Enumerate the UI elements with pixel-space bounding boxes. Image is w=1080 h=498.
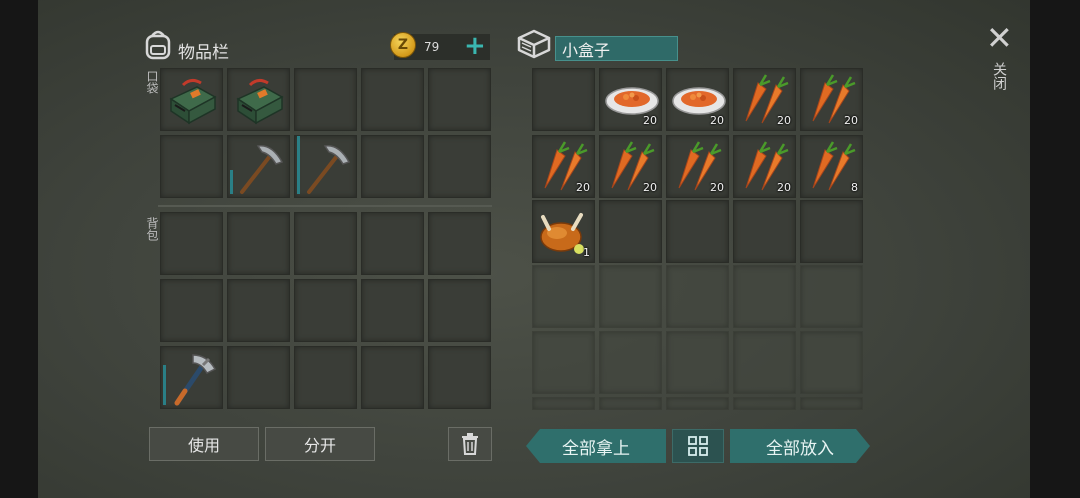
backpack-slot-7[interactable] [227,279,290,342]
container-slot-5[interactable]: 20 [800,68,863,131]
pocket-slot-3[interactable] [294,68,357,131]
container-slot-locked [666,265,729,328]
pocket-slot-6[interactable] [160,135,223,198]
container-slot-locked [599,397,662,410]
ammo-box-icon [236,78,284,125]
pocket-label: 口袋 [145,70,159,94]
inventory-title: 物品栏 [178,43,229,63]
backpack-slot-2[interactable] [227,212,290,275]
add-coins-button[interactable]: + [464,33,486,59]
close-icon[interactable]: ✕ [986,22,1013,54]
ammo-box-icon [169,78,217,125]
container-slot-12[interactable] [599,200,662,263]
item-quantity: 20 [710,181,724,194]
item-quantity: 8 [851,181,858,194]
backpack-icon [144,28,172,64]
container-slot-locked [532,265,595,328]
container-slot-2[interactable]: 20 [599,68,662,131]
container-slot-13[interactable] [666,200,729,263]
item-quantity: 20 [643,114,657,127]
item-quantity: 20 [777,114,791,127]
trash-button[interactable] [448,427,492,461]
container-slot-15[interactable] [800,200,863,263]
coin-icon: Z [390,32,416,58]
container-slot-locked [599,331,662,394]
container-slot-locked [733,331,796,394]
section-divider [158,205,492,207]
container-slot-8[interactable]: 20 [666,135,729,198]
item-quantity: 1 [583,246,590,259]
pocket-slot-10[interactable] [428,135,491,198]
close-label[interactable]: 关闭 [989,62,1009,90]
item-quantity: 20 [710,114,724,127]
container-slot-locked [532,331,595,394]
backpack-slot-13[interactable] [294,346,357,409]
pocket-slot-2[interactable] [227,68,290,131]
trash-icon [462,433,478,455]
container-slot-7[interactable]: 20 [599,135,662,198]
item-quantity: 20 [844,114,858,127]
put-all-button[interactable]: 全部放入 [730,429,870,463]
item-quantity: 20 [576,181,590,194]
game-frame: 物品栏 Z 79 + 小盒子 口袋 背包 20 20 20 20 20 20 2… [38,0,1030,498]
split-button[interactable]: 分开 [265,427,375,461]
item-quantity: 20 [777,181,791,194]
pickaxe-icon [307,145,351,194]
backpack-slot-1[interactable] [160,212,223,275]
pocket-slot-5[interactable] [428,68,491,131]
pocket-slot-7[interactable] [227,135,290,198]
container-slot-locked [733,265,796,328]
pocket-slot-9[interactable] [361,135,424,198]
container-slot-3[interactable]: 20 [666,68,729,131]
container-slot-locked [599,265,662,328]
container-name-input[interactable]: 小盒子 [555,36,678,61]
backpack-slot-9[interactable] [361,279,424,342]
backpack-slot-10[interactable] [428,279,491,342]
container-slot-9[interactable]: 20 [733,135,796,198]
container-name: 小盒子 [562,40,611,60]
container-slot-locked [532,397,595,410]
pocket-slot-4[interactable] [361,68,424,131]
container-slot-locked [800,397,863,410]
backpack-slot-14[interactable] [361,346,424,409]
container-slot-locked [666,331,729,394]
container-slot-4[interactable]: 20 [733,68,796,131]
sort-grid-button[interactable] [672,429,724,463]
container-slot-11[interactable]: 1 [532,200,595,263]
box-icon [516,28,552,64]
backpack-slot-6[interactable] [160,279,223,342]
backpack-slot-15[interactable] [428,346,491,409]
hatchet-icon [174,354,217,406]
container-slot-locked [733,397,796,410]
container-slot-locked [666,397,729,410]
container-slot-6[interactable]: 20 [532,135,595,198]
backpack-slot-4[interactable] [361,212,424,275]
backpack-slot-11[interactable] [160,346,223,409]
container-slot-locked [800,331,863,394]
container-slot-1[interactable] [532,68,595,131]
item-quantity: 20 [643,181,657,194]
container-slot-10[interactable]: 8 [800,135,863,198]
pickaxe-icon [240,145,284,194]
container-slot-14[interactable] [733,200,796,263]
backpack-label: 背包 [145,217,159,241]
use-button[interactable]: 使用 [149,427,259,461]
backpack-slot-5[interactable] [428,212,491,275]
take-all-button[interactable]: 全部拿上 [526,429,666,463]
grid-icon [688,436,708,456]
backpack-slot-3[interactable] [294,212,357,275]
pocket-slot-8[interactable] [294,135,357,198]
pocket-slot-1[interactable] [160,68,223,131]
backpack-slot-8[interactable] [294,279,357,342]
coin-count: 79 [424,40,440,54]
backpack-slot-12[interactable] [227,346,290,409]
container-slot-locked [800,265,863,328]
